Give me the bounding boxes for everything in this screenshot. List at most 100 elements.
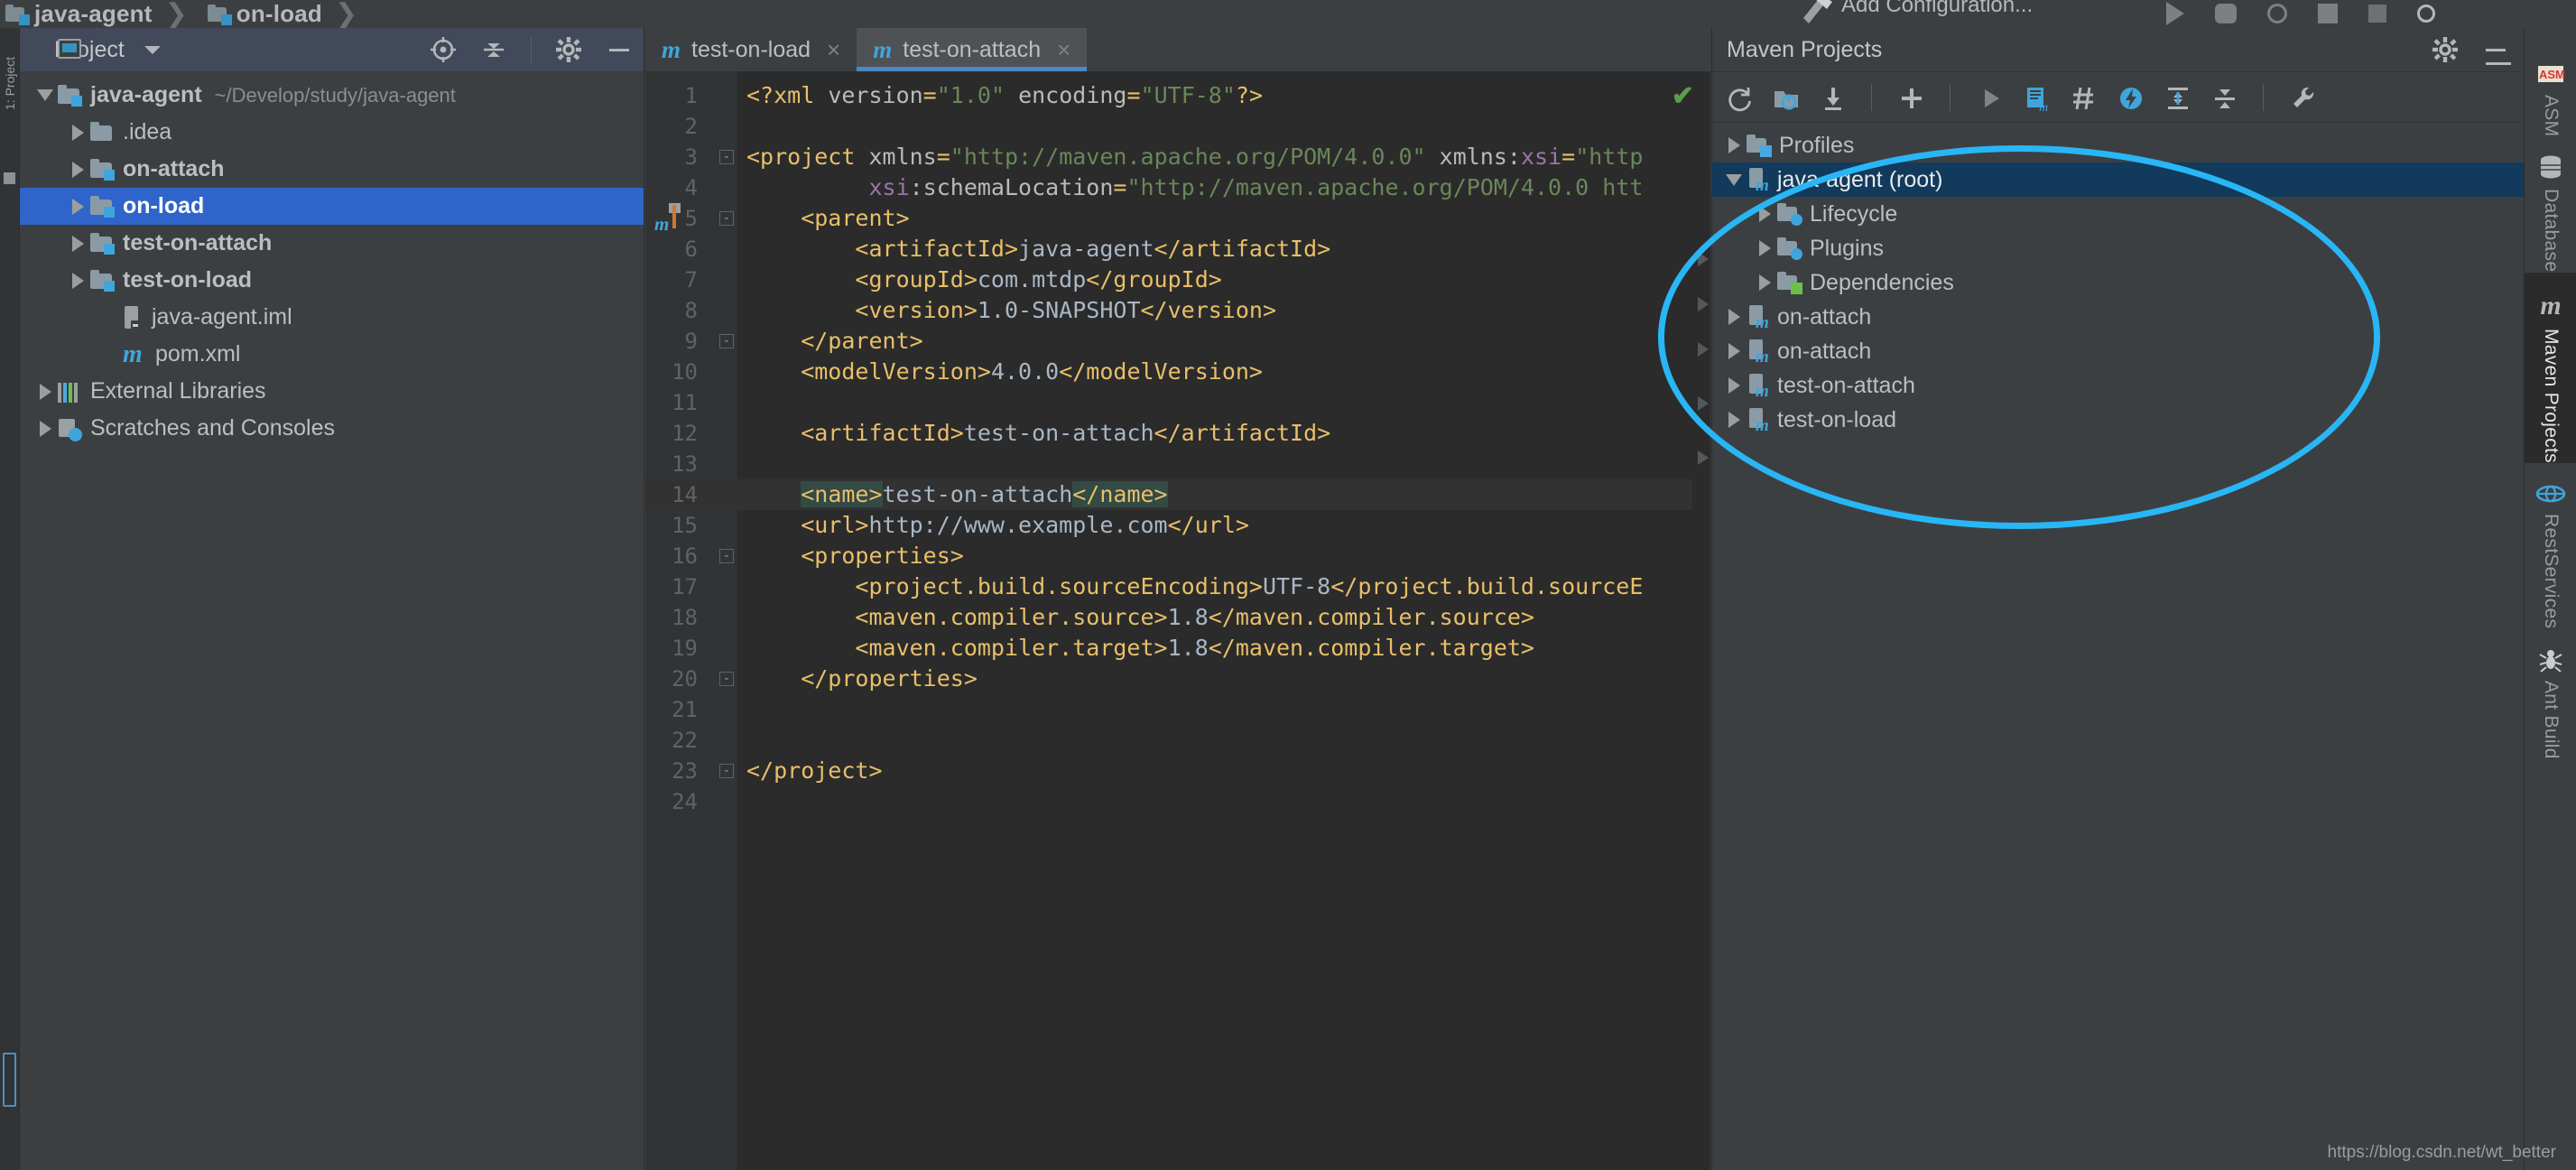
code-line[interactable]: 24 xyxy=(645,786,1710,817)
maven-toolbar[interactable]: m xyxy=(1712,71,2524,123)
run-coverage-icon[interactable] xyxy=(2267,4,2287,23)
code-line[interactable]: 11 xyxy=(645,387,1710,418)
code-line[interactable]: 17 <project.build.sourceEncoding>UTF-8</… xyxy=(645,571,1710,602)
fold-toggle-icon[interactable]: - xyxy=(719,211,734,226)
execute-goal-icon[interactable]: m xyxy=(2023,84,2050,115)
maven-settings-icon[interactable] xyxy=(2289,84,2316,111)
sidebar-item-asm[interactable]: ASM ASM xyxy=(2525,28,2576,136)
generate-sources-icon[interactable] xyxy=(1772,84,1799,111)
project-tree-row[interactable]: m pom.xml xyxy=(20,336,644,373)
chevron-right-icon[interactable] xyxy=(1721,377,1747,394)
sidebar-item-ant-build[interactable]: Ant Build xyxy=(2525,628,2576,759)
maven-tree-row[interactable]: m test-on-load xyxy=(1712,403,2524,437)
code-line[interactable]: 6 <artifactId>java-agent</artifactId> xyxy=(645,234,1710,265)
expand-all-icon[interactable] xyxy=(2164,84,2191,111)
sidebar-item-rest-services[interactable]: RestServices xyxy=(2525,463,2576,628)
code-line[interactable]: 2 xyxy=(645,111,1710,142)
project-tree-row[interactable]: External Libraries xyxy=(20,373,644,410)
chevron-right-icon[interactable] xyxy=(65,235,90,252)
terminal-toggle-icon[interactable] xyxy=(3,1053,16,1107)
code-line[interactable]: 8 <version>1.0-SNAPSHOT</version> xyxy=(645,295,1710,326)
chevron-right-icon[interactable] xyxy=(1752,240,1777,256)
structure-toggle-icon[interactable] xyxy=(4,172,15,184)
code-line[interactable]: 22 xyxy=(645,725,1710,756)
project-tree-row[interactable]: java-agent ~/Develop/study/java-agent xyxy=(20,77,644,114)
reimport-icon[interactable] xyxy=(1725,84,1752,111)
maven-tree-row[interactable]: m java-agent (root) xyxy=(1712,162,2524,197)
hide-icon[interactable] xyxy=(2486,62,2511,65)
code-area[interactable]: 1 <?xml version="1.0" encoding="UTF-8"?> 2… xyxy=(645,71,1710,1170)
chevron-right-icon[interactable] xyxy=(65,272,90,289)
hide-icon[interactable] xyxy=(2482,36,2509,63)
code-line[interactable]: 7 <groupId>com.mtdp</groupId> xyxy=(645,265,1710,295)
stop-icon[interactable] xyxy=(2368,5,2386,23)
fold-toggle-icon[interactable]: - xyxy=(719,150,734,164)
chevron-right-icon[interactable] xyxy=(1721,309,1747,325)
code-line[interactable]: 20 - </properties> xyxy=(645,664,1710,694)
hide-icon[interactable] xyxy=(606,36,633,63)
editor-scrollbar[interactable] xyxy=(1692,71,1710,1170)
code-line[interactable]: 9 - </parent> xyxy=(645,326,1710,357)
fold-toggle-icon[interactable]: - xyxy=(719,549,734,563)
maven-tree-row[interactable]: Plugins xyxy=(1712,231,2524,265)
chevron-right-icon[interactable] xyxy=(32,383,58,400)
fold-toggle-icon[interactable]: - xyxy=(719,764,734,778)
code-line[interactable]: 14 <name>test-on-attach</name> xyxy=(645,479,1710,510)
maven-tree-row[interactable]: Lifecycle xyxy=(1712,197,2524,231)
maven-tree[interactable]: Profiles m java-agent (root) Lifecycle Plugi… xyxy=(1712,123,2524,437)
breadcrumb-item-0[interactable]: java-agent xyxy=(0,0,153,28)
run-icon[interactable] xyxy=(1976,84,2003,111)
chevron-right-icon[interactable] xyxy=(65,124,90,141)
add-configuration-button[interactable]: Add Configuration... xyxy=(1841,0,2033,18)
collapse-all-icon[interactable] xyxy=(2210,84,2238,111)
chevron-right-icon[interactable] xyxy=(65,198,90,215)
download-sources-icon[interactable] xyxy=(1819,84,1846,111)
chevron-right-icon[interactable] xyxy=(1721,137,1747,153)
close-icon[interactable]: × xyxy=(827,36,840,64)
toggle-skip-tests-icon[interactable] xyxy=(2070,84,2097,111)
code-line[interactable]: 19 <maven.compiler.target>1.8</maven.com… xyxy=(645,633,1710,664)
chevron-right-icon[interactable] xyxy=(32,420,58,437)
chevron-right-icon[interactable] xyxy=(65,161,90,178)
project-tree-row[interactable]: test-on-load xyxy=(20,262,644,299)
project-tree-row[interactable]: Scratches and Consoles xyxy=(20,410,644,447)
code-lines[interactable]: 1 <?xml version="1.0" encoding="UTF-8"?> 2… xyxy=(645,80,1710,817)
project-tree-row[interactable]: on-attach xyxy=(20,151,644,188)
chevron-down-icon[interactable] xyxy=(1721,173,1747,186)
code-line[interactable]: 4 xsi:schemaLocation="http://maven.apach… xyxy=(645,172,1710,203)
chevron-down-icon[interactable] xyxy=(32,89,58,101)
sidebar-item-project[interactable]: 1: Project xyxy=(3,54,17,110)
maven-tree-row[interactable]: Dependencies xyxy=(1712,265,2524,300)
editor-tabbar[interactable]: m test-on-load × m test-on-attach × xyxy=(645,28,1710,71)
code-line[interactable]: 23 - </project> xyxy=(645,756,1710,786)
maven-tree-row[interactable]: m on-attach xyxy=(1712,334,2524,368)
code-line[interactable]: 16 - <properties> xyxy=(645,541,1710,571)
chevron-right-icon[interactable] xyxy=(1721,343,1747,359)
maven-tree-row[interactable]: m test-on-attach xyxy=(1712,368,2524,403)
code-line[interactable]: 21 xyxy=(645,694,1710,725)
gear-icon[interactable] xyxy=(555,36,582,63)
sidebar-item-maven-projects[interactable]: m Maven Projects xyxy=(2525,272,2576,463)
fold-toggle-icon[interactable]: - xyxy=(719,334,734,348)
collapse-all-icon[interactable] xyxy=(480,36,507,63)
debug-icon[interactable] xyxy=(2215,4,2237,23)
code-line[interactable]: 10 <modelVersion>4.0.0</modelVersion> xyxy=(645,357,1710,387)
locate-icon[interactable] xyxy=(430,36,457,63)
maven-tree-row[interactable]: Profiles xyxy=(1712,128,2524,162)
chevron-right-icon[interactable] xyxy=(1752,206,1777,222)
code-line[interactable]: 15 <url>http://www.example.com</url> xyxy=(645,510,1710,541)
run-icon[interactable] xyxy=(2166,2,2184,25)
code-line[interactable]: 18 <maven.compiler.source>1.8</maven.com… xyxy=(645,602,1710,633)
project-tree-row[interactable]: test-on-attach xyxy=(20,225,644,262)
project-tree[interactable]: java-agent ~/Develop/study/java-agent .ide… xyxy=(20,71,644,447)
gear-icon[interactable] xyxy=(2432,36,2459,63)
maven-tree-row[interactable]: m on-attach xyxy=(1712,300,2524,334)
close-icon[interactable]: × xyxy=(1057,36,1070,64)
search-everywhere-icon[interactable] xyxy=(2417,5,2435,23)
sidebar-item-database[interactable]: Database xyxy=(2525,136,2576,273)
project-tree-row[interactable]: .idea xyxy=(20,114,644,151)
code-line[interactable]: 1 <?xml version="1.0" encoding="UTF-8"?> xyxy=(645,80,1710,111)
breadcrumb-item-1[interactable]: on-load xyxy=(202,0,322,28)
profile-icon[interactable] xyxy=(2318,4,2338,23)
project-tree-row[interactable]: on-load xyxy=(20,188,644,225)
